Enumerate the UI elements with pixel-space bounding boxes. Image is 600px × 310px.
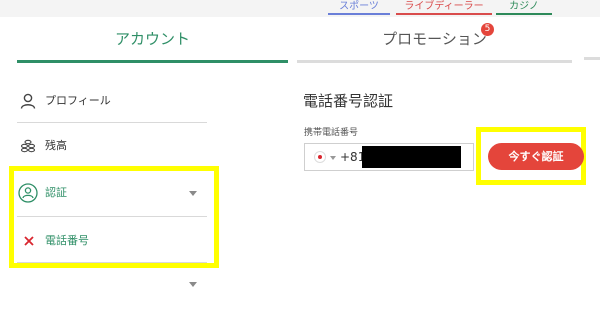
highlight-box-verification — [9, 166, 219, 268]
top-nav-casino-label: カジノ — [509, 1, 539, 12]
tab-account[interactable]: アカウント — [17, 24, 288, 63]
sidebar-item-balance-label: 残高 — [45, 139, 67, 152]
user-icon — [20, 93, 36, 109]
top-nav-casino-underline — [496, 13, 552, 15]
top-nav-sports-label: スポーツ — [339, 1, 379, 12]
sidebar-item-profile-label: プロフィール — [45, 94, 111, 107]
promotion-count-badge: 5 — [481, 23, 494, 36]
tab-next-edge — [584, 57, 600, 60]
page-title: 電話番号認証 — [303, 92, 394, 110]
chevron-down-icon — [189, 282, 197, 287]
top-nav-live-dealer-underline — [396, 13, 492, 15]
redacted-phone-number — [362, 146, 461, 168]
verify-now-button[interactable]: 今すぐ認証 — [488, 143, 584, 170]
phone-number-field[interactable]: +81 — [304, 143, 474, 171]
coins-icon — [20, 139, 36, 153]
tab-promotion[interactable]: プロモーション — [297, 24, 572, 63]
sidebar-item-profile[interactable]: プロフィール — [17, 80, 207, 123]
sidebar-item-documents[interactable] — [17, 268, 207, 310]
top-nav-casino[interactable]: カジノ — [496, 0, 552, 15]
top-nav-live-dealer[interactable]: ライブディーラー — [396, 0, 492, 15]
top-nav-live-dealer-label: ライブディーラー — [404, 1, 484, 12]
sidebar-item-balance[interactable]: 残高 — [17, 125, 207, 168]
phone-field-label: 携帯電話番号 — [304, 128, 359, 138]
tab-promotion-label: プロモーション — [382, 30, 487, 48]
tab-account-label: アカウント — [114, 30, 190, 48]
japan-flag-icon[interactable] — [314, 151, 326, 163]
top-nav-sports-underline — [328, 13, 390, 15]
top-nav-sports[interactable]: スポーツ — [328, 0, 390, 15]
chevron-down-icon[interactable] — [330, 156, 336, 160]
